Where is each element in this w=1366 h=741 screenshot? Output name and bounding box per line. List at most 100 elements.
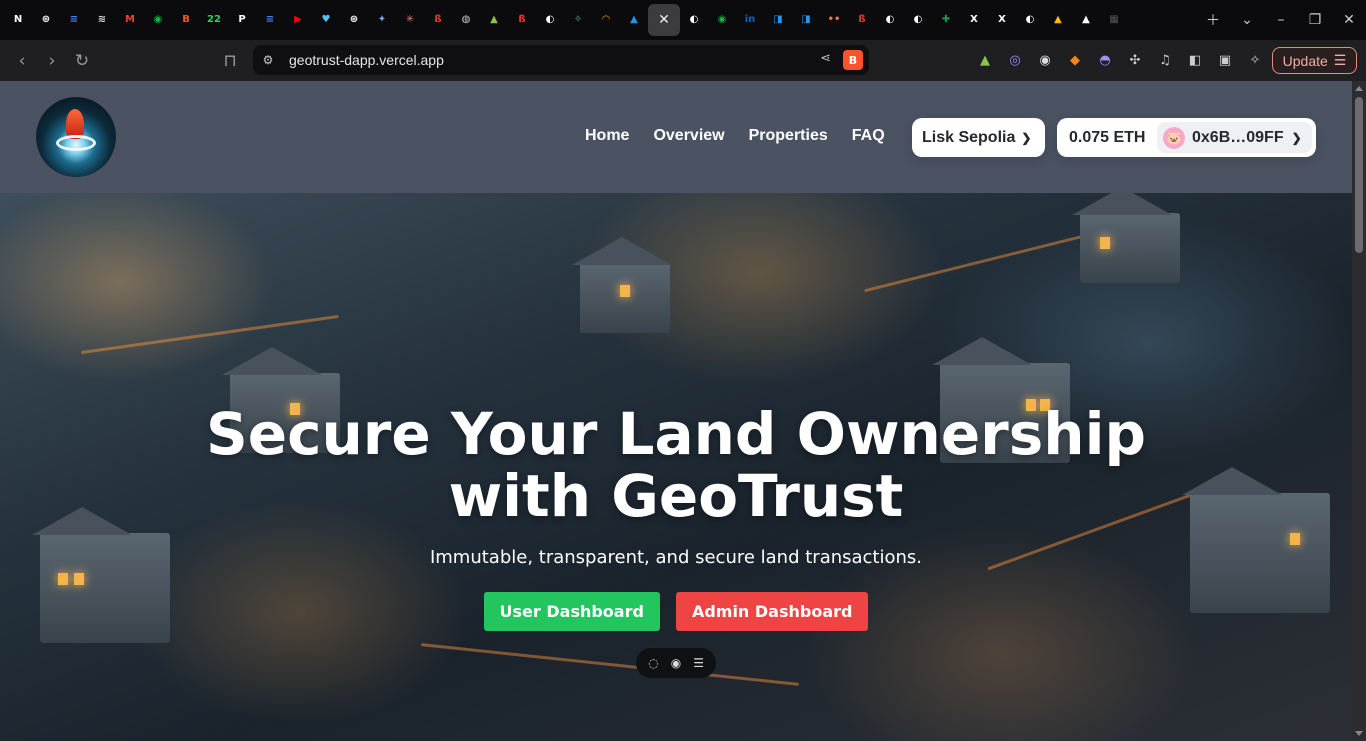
browser-tab[interactable]: X bbox=[960, 4, 988, 36]
metamask-icon[interactable]: ◆ bbox=[1060, 46, 1090, 76]
ai-icon[interactable]: ✧ bbox=[1240, 46, 1270, 76]
account-button[interactable]: 0.075 ETH 🐷 0x6B…09FF ❯ bbox=[1057, 118, 1316, 157]
wallet-icon[interactable]: ▣ bbox=[1210, 46, 1240, 76]
bookmark-icon[interactable]: ⊓ bbox=[215, 46, 245, 76]
browser-tab[interactable]: M bbox=[116, 4, 144, 36]
browser-tab[interactable]: ◉ bbox=[144, 4, 172, 36]
browser-tab[interactable]: ≋ bbox=[88, 4, 116, 36]
page-scrollbar[interactable] bbox=[1352, 81, 1366, 741]
extension-icon[interactable]: ◎ bbox=[1000, 46, 1030, 76]
whatsapp-icon: 22 bbox=[207, 14, 221, 25]
puzzle-icon[interactable]: ✣ bbox=[1120, 46, 1150, 76]
browser-tab[interactable]: in bbox=[736, 4, 764, 36]
openai-icon: ⊛ bbox=[349, 14, 359, 25]
sidebar-icon[interactable]: ◧ bbox=[1180, 46, 1210, 76]
browser-tab[interactable]: ✧ bbox=[564, 4, 592, 36]
browser-tab[interactable]: ß bbox=[848, 4, 876, 36]
browser-tab[interactable]: ◐ bbox=[876, 4, 904, 36]
browser-tab[interactable]: X bbox=[988, 4, 1016, 36]
update-button[interactable]: Update ☰ bbox=[1272, 47, 1357, 74]
browser-tab[interactable]: 22 bbox=[200, 4, 228, 36]
browser-tab[interactable]: ◐ bbox=[904, 4, 932, 36]
wallet-balance: 0.075 ETH bbox=[1069, 128, 1146, 146]
browser-tab[interactable]: ▦ bbox=[1100, 4, 1128, 36]
bookmark-icon: ◨ bbox=[773, 14, 783, 25]
scrollbar-thumb[interactable] bbox=[1355, 97, 1363, 253]
github-icon: ◐ bbox=[545, 14, 555, 25]
user-dashboard-button[interactable]: User Dashboard bbox=[483, 592, 660, 631]
nav-home[interactable]: Home bbox=[585, 127, 629, 145]
target-icon[interactable]: ◉ bbox=[1030, 46, 1060, 76]
menu-lines-icon[interactable]: ☰ bbox=[691, 656, 707, 670]
browser-tab[interactable]: ⊛ bbox=[32, 4, 60, 36]
browser-tab[interactable]: ◨ bbox=[792, 4, 820, 36]
ghost-icon[interactable]: ◓ bbox=[1090, 46, 1120, 76]
browser-tab[interactable]: ß bbox=[508, 4, 536, 36]
window-controls: ＋ ⌄ – ❐ ✕ bbox=[1196, 0, 1366, 40]
nav-properties[interactable]: Properties bbox=[749, 127, 828, 145]
tab-active[interactable]: ✕ bbox=[648, 4, 680, 36]
browser-toolbar: ‹ › ↻ ⊓ ⚙ geotrust-dapp.vercel.app ⋖ B ▲… bbox=[0, 40, 1366, 81]
eye-icon[interactable]: ◉ bbox=[668, 656, 684, 670]
minimize-icon[interactable]: – bbox=[1264, 0, 1298, 40]
reload-icon[interactable]: ↻ bbox=[67, 46, 97, 76]
network-selector-button[interactable]: Lisk Sepolia ❯ bbox=[912, 118, 1045, 157]
admin-dashboard-button[interactable]: Admin Dashboard bbox=[675, 592, 869, 631]
scroll-down-icon[interactable] bbox=[1355, 731, 1363, 736]
browser-tab[interactable]: B bbox=[172, 4, 200, 36]
browser-tab[interactable]: ▶ bbox=[284, 4, 312, 36]
browser-tab[interactable]: ◨ bbox=[764, 4, 792, 36]
chart-icon[interactable]: ▲ bbox=[970, 46, 1000, 76]
music-icon[interactable]: ♫ bbox=[1150, 46, 1180, 76]
share-icon[interactable]: ⋖ bbox=[820, 51, 831, 66]
nav-overview[interactable]: Overview bbox=[653, 127, 724, 145]
wallet-address-pill[interactable]: 🐷 0x6B…09FF ❯ bbox=[1157, 122, 1312, 153]
browser-tab[interactable]: N bbox=[4, 4, 32, 36]
browser-tab[interactable]: ≡ bbox=[256, 4, 284, 36]
forward-arrow-icon[interactable]: › bbox=[37, 46, 67, 76]
browser-tab[interactable]: ✦ bbox=[368, 4, 396, 36]
browser-tab[interactable]: •• bbox=[820, 4, 848, 36]
browser-tab[interactable]: ⊛ bbox=[340, 4, 368, 36]
browser-tab[interactable]: ◐ bbox=[1016, 4, 1044, 36]
hero-bg-house bbox=[1072, 193, 1180, 283]
browser-tab[interactable]: ◐ bbox=[536, 4, 564, 36]
brave-shields-icon[interactable]: B bbox=[843, 50, 863, 70]
hero-title: Secure Your Land Ownership with GeoTrust bbox=[206, 400, 1146, 530]
comment-icon[interactable]: ◌ bbox=[645, 656, 661, 670]
browser-tab[interactable]: ✚ bbox=[932, 4, 960, 36]
browser-tab[interactable]: ▲ bbox=[620, 4, 648, 36]
address-bar[interactable]: ⚙ geotrust-dapp.vercel.app ⋖ B bbox=[253, 45, 869, 75]
back-arrow-icon[interactable]: ‹ bbox=[7, 46, 37, 76]
tab-search-chevron-icon[interactable]: ⌄ bbox=[1230, 0, 1264, 40]
browser-tab[interactable]: ◉ bbox=[708, 4, 736, 36]
layers-icon: ≋ bbox=[97, 14, 107, 25]
scroll-up-icon[interactable] bbox=[1355, 86, 1363, 91]
window-close-icon[interactable]: ✕ bbox=[1332, 0, 1366, 40]
geotrust-logo[interactable] bbox=[36, 97, 116, 177]
browser-tab[interactable]: ▲ bbox=[1072, 4, 1100, 36]
new-tab-button[interactable]: ＋ bbox=[1196, 0, 1230, 40]
site-header: Home Overview Properties FAQ Lisk Sepoli… bbox=[0, 81, 1352, 193]
hero-section: Secure Your Land Ownership with GeoTrust… bbox=[0, 193, 1352, 741]
browser-tab[interactable]: ß bbox=[424, 4, 452, 36]
browser-tab[interactable]: ♥ bbox=[312, 4, 340, 36]
nav-faq[interactable]: FAQ bbox=[852, 127, 885, 145]
browser-tab[interactable]: ◐ bbox=[680, 4, 708, 36]
browser-tab[interactable]: ◍ bbox=[452, 4, 480, 36]
site-settings-icon[interactable]: ⚙ bbox=[253, 53, 283, 67]
restore-icon[interactable]: ❐ bbox=[1298, 0, 1332, 40]
hero-bg-house bbox=[572, 237, 672, 333]
browser-tab[interactable]: ✳ bbox=[396, 4, 424, 36]
url-text[interactable]: geotrust-dapp.vercel.app bbox=[289, 52, 444, 68]
browser-tab[interactable]: ▲ bbox=[480, 4, 508, 36]
browser-tab[interactable]: ◠ bbox=[592, 4, 620, 36]
close-icon[interactable]: ✕ bbox=[656, 12, 672, 28]
hero-subtitle: Immutable, transparent, and secure land … bbox=[429, 547, 923, 568]
main-nav: Home Overview Properties FAQ bbox=[585, 127, 885, 145]
browser-tab[interactable]: P bbox=[228, 4, 256, 36]
app-icon: ▲ bbox=[1082, 14, 1090, 25]
browser-tab[interactable]: ▲ bbox=[1044, 4, 1072, 36]
browser-tab[interactable]: ≡ bbox=[60, 4, 88, 36]
wallet-address: 0x6B…09FF bbox=[1192, 128, 1284, 146]
